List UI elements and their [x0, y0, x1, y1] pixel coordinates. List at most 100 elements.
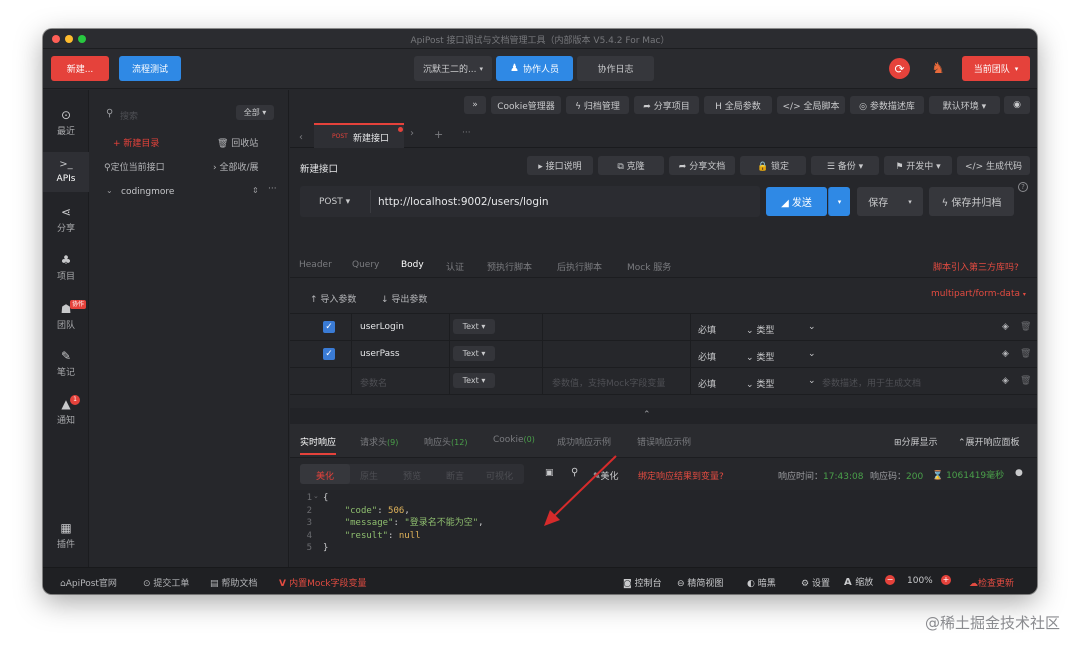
- new-button[interactable]: 新建...: [51, 56, 109, 81]
- tab-realtime-response[interactable]: 实时响应: [300, 435, 336, 448]
- param-value-input[interactable]: 参数值，支持Mock字段变量: [552, 376, 665, 389]
- save-button[interactable]: 保存 ▾: [857, 187, 923, 216]
- send-button[interactable]: ◢ 发送: [766, 187, 827, 216]
- clone-button[interactable]: ⧉ 克隆: [598, 156, 664, 175]
- tree-search-input[interactable]: 搜索: [120, 109, 138, 122]
- param-type-dropdown[interactable]: Text ▾: [453, 346, 495, 361]
- third-party-lib-link[interactable]: 脚本引入第三方库吗?: [933, 260, 1019, 273]
- console-button[interactable]: ◙ 控制台: [623, 576, 662, 589]
- param-type-dropdown[interactable]: Text ▾: [453, 319, 495, 334]
- sidebar-item-project[interactable]: ♣ 项目: [43, 253, 89, 282]
- export-params-button[interactable]: ↓ 导出参数: [381, 292, 427, 305]
- new-dir-button[interactable]: + 新建目录: [113, 136, 159, 149]
- chevron-down-icon[interactable]: ⌄: [808, 376, 816, 386]
- fold-icon[interactable]: ⌄: [313, 492, 319, 500]
- tab-scroll-left-icon[interactable]: ‹: [299, 132, 303, 143]
- tree-filter-dropdown[interactable]: 全部 ▾: [236, 105, 274, 120]
- expand-response-button[interactable]: ⌃展开响应面板: [958, 435, 1020, 448]
- share-project-button[interactable]: ➦ 分享项目: [634, 96, 699, 114]
- tab-query[interactable]: Query: [352, 260, 379, 270]
- dark-mode-toggle[interactable]: ◐ 暗黑: [747, 576, 776, 589]
- submit-ticket-link[interactable]: ⊙ 提交工单: [143, 576, 189, 589]
- help-icon[interactable]: ?: [1018, 182, 1028, 192]
- collab-log-button[interactable]: 协作日志: [577, 56, 654, 81]
- param-key[interactable]: userLogin: [360, 322, 404, 332]
- param-desc-input[interactable]: 参数描述，用于生成文档: [822, 376, 921, 389]
- param-type-dropdown[interactable]: Text ▾: [453, 373, 495, 388]
- view-visualize[interactable]: 可视化: [486, 469, 513, 482]
- zoom-in-icon[interactable]: +: [941, 575, 951, 585]
- global-script-button[interactable]: </> 全局脚本: [777, 96, 845, 114]
- chevron-down-icon[interactable]: ⌄: [808, 349, 816, 359]
- settings-button[interactable]: ⚙ 设置: [801, 576, 830, 589]
- compact-view-toggle[interactable]: ⊖ 精简视图: [677, 576, 723, 589]
- sidebar-item-notify[interactable]: ▲ 通知 1: [43, 395, 89, 426]
- sort-icon[interactable]: ⇕: [252, 186, 259, 195]
- trash-button[interactable]: 🗑 回收站: [217, 136, 258, 149]
- tab-scroll-right-icon[interactable]: ›: [410, 128, 414, 139]
- cube-icon[interactable]: ◈: [1002, 376, 1009, 386]
- view-raw[interactable]: 原生: [360, 469, 378, 482]
- chevron-up-icon[interactable]: ⌃: [643, 410, 651, 420]
- flow-test-button[interactable]: 流程测试: [119, 56, 181, 81]
- more-icon[interactable]: ···: [268, 184, 277, 194]
- param-key-input[interactable]: 参数名: [360, 376, 387, 389]
- url-input[interactable]: http://localhost:9002/users/login: [378, 196, 549, 208]
- kind-dropdown[interactable]: ⌄ 类型: [746, 323, 774, 336]
- param-desc-button[interactable]: ◎ 参数描述库: [850, 96, 924, 114]
- lock-button[interactable]: 🔒 锁定: [740, 156, 806, 175]
- import-params-button[interactable]: ↑ 导入参数: [310, 292, 356, 305]
- cube-icon[interactable]: ◈: [1002, 349, 1009, 359]
- chevron-down-icon[interactable]: ⌄: [808, 322, 816, 332]
- backup-dropdown[interactable]: ☰ 备份 ▾: [811, 156, 879, 175]
- required-label[interactable]: 必填: [698, 377, 716, 390]
- kind-dropdown[interactable]: ⌄ 类型: [746, 350, 774, 363]
- tab-response-headers[interactable]: 响应头(12): [424, 435, 467, 448]
- param-key[interactable]: userPass: [360, 349, 400, 359]
- env-dropdown[interactable]: 默认环境 ▾: [929, 96, 1000, 114]
- method-dropdown[interactable]: POST ▾: [319, 197, 350, 207]
- kind-dropdown[interactable]: ⌄ 类型: [746, 377, 774, 390]
- expand-all-button[interactable]: › 全部收/展: [213, 160, 259, 173]
- bind-variable-link[interactable]: 绑定响应结果到变量?: [638, 469, 724, 482]
- delete-icon[interactable]: 🗑: [1020, 349, 1031, 359]
- share-doc-button[interactable]: ➦ 分享文档: [669, 156, 735, 175]
- tab-post-script[interactable]: 后执行脚本: [557, 260, 602, 273]
- add-tab-button[interactable]: +: [434, 128, 443, 141]
- tab-cookie[interactable]: Cookie(0): [493, 435, 535, 445]
- tab-mock[interactable]: Mock 服务: [627, 260, 671, 273]
- mascot-icon[interactable]: ♞: [927, 57, 949, 79]
- sync-icon[interactable]: ⟳: [889, 58, 910, 79]
- required-label[interactable]: 必填: [698, 323, 716, 336]
- help-doc-link[interactable]: ▤ 帮助文档: [210, 576, 257, 589]
- view-beautify[interactable]: 美化: [316, 469, 334, 482]
- sidebar-item-recent[interactable]: ⊙ 最近: [43, 108, 89, 137]
- user-dropdown[interactable]: 沉默王二的... ▾: [414, 56, 492, 81]
- delete-icon[interactable]: 🗑: [1020, 376, 1031, 386]
- sidebar-item-share[interactable]: ⋖ 分享: [43, 205, 89, 234]
- locate-button[interactable]: ⚲定位当前接口: [104, 160, 165, 173]
- view-assert[interactable]: 断言: [446, 469, 464, 482]
- chevron-down-icon[interactable]: ⌄: [106, 186, 113, 195]
- tab-error-example[interactable]: 错误响应示例: [637, 435, 691, 448]
- cube-icon[interactable]: ◈: [1002, 322, 1009, 332]
- mock-vars-link[interactable]: V 内置Mock字段变量: [279, 576, 367, 589]
- split-view-button[interactable]: ⊞分屏显示: [894, 435, 938, 448]
- sidebar-item-plugins[interactable]: ▦ 插件: [43, 521, 89, 550]
- tab-more-button[interactable]: ···: [462, 128, 471, 138]
- official-site-link[interactable]: ⌂ApiPost官网: [60, 576, 117, 589]
- sidebar-item-notes[interactable]: ✎ 笔记: [43, 349, 89, 378]
- delete-icon[interactable]: 🗑: [1020, 322, 1031, 332]
- tab-new-api[interactable]: POST 新建接口: [314, 123, 404, 148]
- tab-request-headers[interactable]: 请求头(9): [360, 435, 398, 448]
- tab-header[interactable]: Header: [299, 260, 332, 270]
- team-dropdown[interactable]: 当前团队 ▾: [962, 56, 1030, 81]
- archive-manage-button[interactable]: ϟ 归档管理: [566, 96, 629, 114]
- project-folder[interactable]: codingmore: [121, 187, 174, 197]
- tab-success-example[interactable]: 成功响应示例: [557, 435, 611, 448]
- collapse-button[interactable]: »: [464, 96, 486, 114]
- content-type-dropdown[interactable]: multipart/form-data ▾: [931, 289, 1026, 299]
- sidebar-item-team[interactable]: ☗ 团队 协作: [43, 300, 89, 331]
- info-icon[interactable]: ●: [1015, 468, 1023, 478]
- collaborators-button[interactable]: ♟ 协作人员: [496, 56, 573, 81]
